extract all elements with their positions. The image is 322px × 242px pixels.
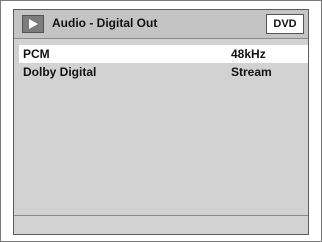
setting-value: 48kHz (231, 47, 266, 61)
dvd-badge: DVD (266, 14, 304, 34)
setting-row-dolby-digital[interactable]: Dolby Digital Stream (19, 63, 308, 81)
setting-row-pcm[interactable]: PCM 48kHz (19, 45, 308, 63)
menu-title-bar: Audio - Digital Out DVD (14, 10, 308, 39)
bottom-divider (14, 215, 308, 216)
menu-title: Audio - Digital Out (52, 16, 158, 30)
play-icon (22, 15, 44, 33)
osd-menu-panel: Audio - Digital Out DVD PCM 48kHz Dolby … (13, 9, 309, 235)
setting-label: PCM (23, 47, 50, 61)
setting-label: Dolby Digital (23, 65, 97, 79)
setting-value: Stream (231, 65, 272, 79)
settings-list: PCM 48kHz Dolby Digital Stream (19, 45, 308, 81)
tv-screen: Audio - Digital Out DVD PCM 48kHz Dolby … (0, 0, 322, 242)
